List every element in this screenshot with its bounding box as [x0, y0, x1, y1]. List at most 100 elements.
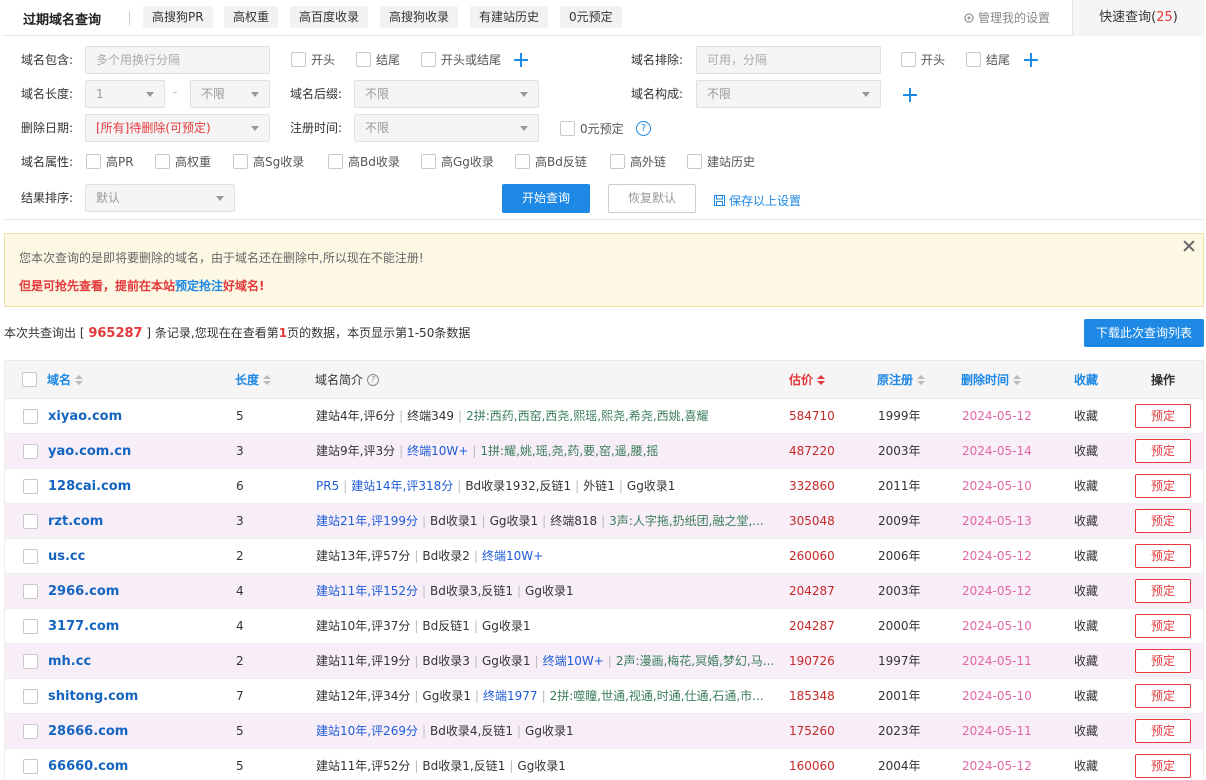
attr-high-bd-checkbox[interactable]: [328, 154, 343, 169]
row-checkbox[interactable]: [23, 724, 38, 739]
add-compose-icon[interactable]: [903, 88, 917, 102]
intro-segment: 2声:漫画,梅花,冥婚,梦幻,马...: [615, 654, 775, 668]
favorite-link[interactable]: 收藏: [1074, 444, 1098, 459]
include-end-checkbox[interactable]: [356, 52, 371, 67]
manage-settings-link[interactable]: 管理我的设置: [963, 9, 1050, 26]
attr-high-gg-checkbox[interactable]: [421, 154, 436, 169]
row-checkbox[interactable]: [23, 689, 38, 704]
attr-high-sg-checkbox[interactable]: [233, 154, 248, 169]
select-all-checkbox[interactable]: [22, 372, 37, 387]
row-checkbox[interactable]: [23, 514, 38, 529]
favorite-link[interactable]: 收藏: [1074, 514, 1098, 529]
domain-link[interactable]: shitong.com: [48, 689, 138, 704]
domain-price: 332860: [789, 479, 835, 493]
favorite-link[interactable]: 收藏: [1074, 549, 1098, 564]
row-checkbox[interactable]: [23, 584, 38, 599]
col-reg[interactable]: 原注册: [877, 372, 926, 388]
domain-link[interactable]: yao.com.cn: [48, 444, 131, 459]
favorite-link[interactable]: 收藏: [1074, 759, 1098, 774]
domain-link[interactable]: 2966.com: [48, 584, 119, 599]
attr-high-weight-checkbox[interactable]: [155, 154, 170, 169]
attr-site-history-checkbox[interactable]: [687, 154, 702, 169]
col-delete-time[interactable]: 删除时间: [961, 372, 1022, 388]
domain-link[interactable]: xiyao.com: [48, 409, 122, 424]
domain-link[interactable]: mh.cc: [48, 654, 91, 669]
save-settings-link[interactable]: 保存以上设置: [714, 192, 801, 209]
reset-button[interactable]: 恢复默认: [608, 184, 696, 213]
domain-link[interactable]: us.cc: [48, 549, 85, 564]
col-length[interactable]: 长度: [235, 372, 272, 388]
include-input[interactable]: 多个用换行分隔: [85, 46, 270, 74]
reserve-button[interactable]: 预定: [1135, 649, 1191, 673]
domain-link[interactable]: 28666.com: [48, 724, 128, 739]
intro-segment: 终端10W+: [542, 654, 604, 668]
reserve-button[interactable]: 预定: [1135, 754, 1191, 778]
reserve-button[interactable]: 预定: [1135, 404, 1191, 428]
tab-high-weight[interactable]: 高权重: [224, 6, 279, 28]
row-checkbox[interactable]: [23, 479, 38, 494]
tab-site-history[interactable]: 有建站历史: [470, 6, 549, 28]
include-start-checkbox[interactable]: [291, 52, 306, 67]
exclude-input[interactable]: 可用，分隔: [696, 46, 881, 74]
row-checkbox[interactable]: [23, 619, 38, 634]
favorite-link[interactable]: 收藏: [1074, 689, 1098, 704]
reserve-button[interactable]: 预定: [1135, 439, 1191, 463]
row-checkbox[interactable]: [23, 409, 38, 424]
favorite-link[interactable]: 收藏: [1074, 584, 1098, 599]
row-checkbox[interactable]: [23, 549, 38, 564]
notice-reserve-link[interactable]: 预定抢注: [175, 279, 223, 293]
attr-high-outlink-checkbox[interactable]: [610, 154, 625, 169]
close-icon[interactable]: [1181, 238, 1197, 254]
tab-zero-reserve[interactable]: 0元预定: [560, 6, 622, 28]
help-icon[interactable]: ?: [636, 121, 651, 136]
tab-high-sogou-index[interactable]: 高搜狗收录: [380, 6, 459, 28]
row-checkbox[interactable]: [23, 654, 38, 669]
reserve-button[interactable]: 预定: [1135, 544, 1191, 568]
attr-high-pr-checkbox[interactable]: [86, 154, 101, 169]
row-checkbox[interactable]: [23, 444, 38, 459]
col-delete-time-label: 删除时间: [961, 373, 1010, 387]
domain-link[interactable]: 3177.com: [48, 619, 119, 634]
favorite-link[interactable]: 收藏: [1074, 479, 1098, 494]
col-price[interactable]: 估价: [789, 372, 826, 388]
download-list-button[interactable]: 下载此次查询列表: [1084, 319, 1204, 347]
zero-reserve-label: 0元预定: [580, 122, 624, 136]
reserve-button[interactable]: 预定: [1135, 509, 1191, 533]
favorite-link[interactable]: 收藏: [1074, 409, 1098, 424]
reserve-button[interactable]: 预定: [1135, 684, 1191, 708]
domain-link[interactable]: 128cai.com: [48, 479, 131, 494]
domain-length: 5: [236, 409, 244, 423]
tab-high-sogou-pr[interactable]: 高搜狗PR: [143, 6, 213, 28]
reserve-button[interactable]: 预定: [1135, 579, 1191, 603]
sort-select[interactable]: 默认: [85, 184, 235, 212]
add-include-icon[interactable]: [514, 53, 528, 67]
reserve-button[interactable]: 预定: [1135, 474, 1191, 498]
intro-separator: |: [534, 654, 539, 668]
tab-high-baidu-index[interactable]: 高百度收录: [290, 6, 369, 28]
length-min-select[interactable]: 1: [85, 80, 165, 108]
attr-high-bd-backlink-checkbox[interactable]: [515, 154, 530, 169]
delete-date-select[interactable]: [所有]待删除(可预定): [85, 114, 270, 142]
favorite-link[interactable]: 收藏: [1074, 654, 1098, 669]
quick-query-tab[interactable]: 快速查询(25): [1072, 0, 1204, 36]
regtime-select[interactable]: 不限: [354, 114, 539, 142]
notice-line-2-b: 好域名!: [223, 279, 265, 293]
exclude-start-checkbox[interactable]: [901, 52, 916, 67]
exclude-end-checkbox[interactable]: [966, 52, 981, 67]
favorite-link[interactable]: 收藏: [1074, 619, 1098, 634]
help-icon[interactable]: ?: [367, 374, 380, 386]
domain-link[interactable]: rzt.com: [48, 514, 103, 529]
compose-select[interactable]: 不限: [696, 80, 881, 108]
col-domain[interactable]: 域名: [47, 372, 84, 388]
domain-link[interactable]: 66660.com: [48, 759, 128, 774]
reserve-button[interactable]: 预定: [1135, 614, 1191, 638]
zero-reserve-checkbox[interactable]: [560, 121, 575, 136]
search-button[interactable]: 开始查询: [502, 184, 590, 213]
add-exclude-icon[interactable]: [1024, 53, 1038, 67]
length-max-select[interactable]: 不限: [190, 80, 270, 108]
include-either-checkbox[interactable]: [421, 52, 436, 67]
favorite-link[interactable]: 收藏: [1074, 724, 1098, 739]
reserve-button[interactable]: 预定: [1135, 719, 1191, 743]
suffix-select[interactable]: 不限: [354, 80, 539, 108]
row-checkbox[interactable]: [23, 759, 38, 774]
